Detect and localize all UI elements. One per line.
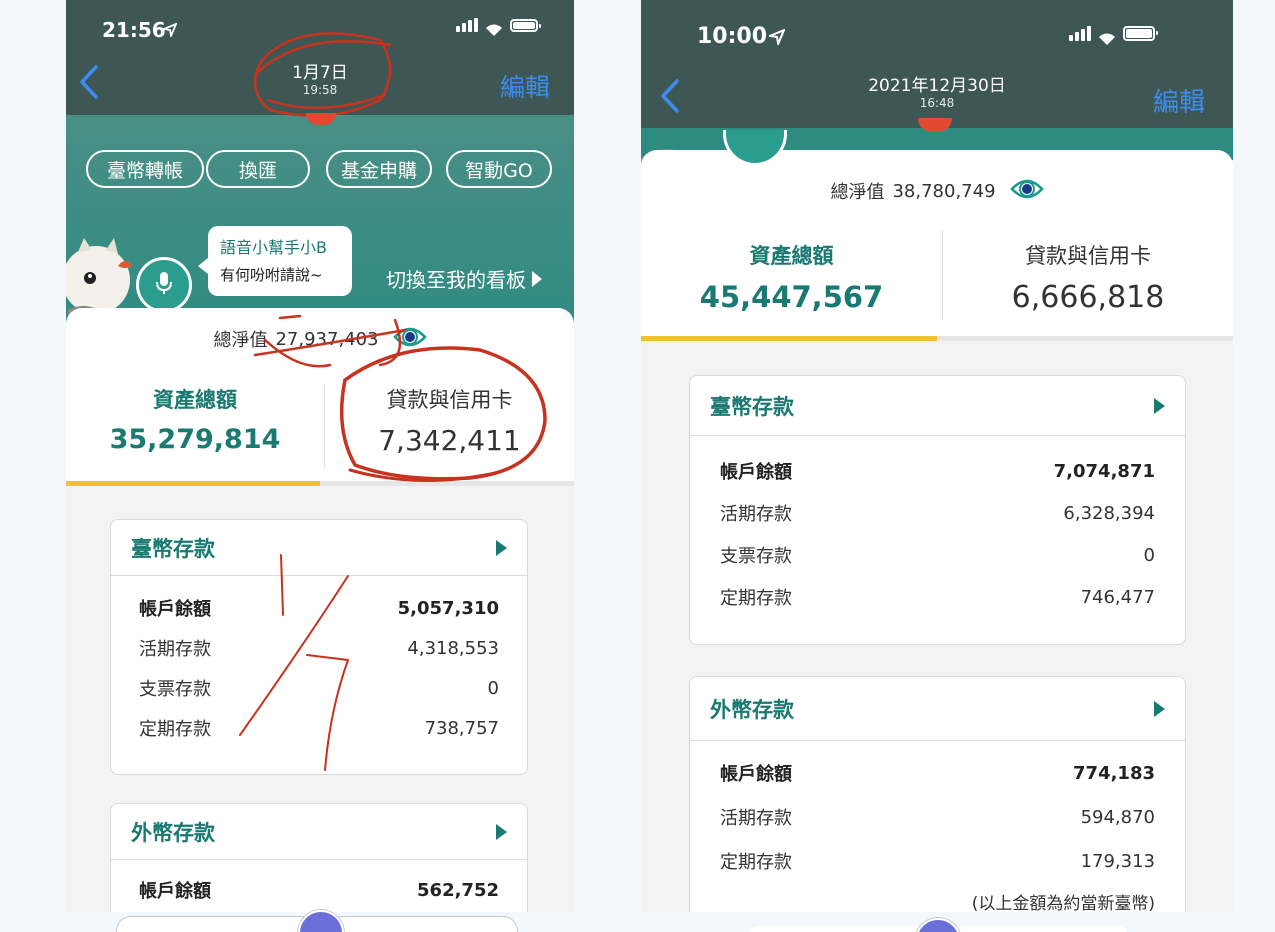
list-item: 支票存款 0 (720, 544, 1155, 568)
fx-deposit-title: 外幣存款 (710, 697, 794, 722)
total-assets-label: 資產總額 (749, 244, 834, 268)
loans-label: 貸款與信用卡 (1025, 244, 1151, 268)
loans-value: 6,666,818 (1011, 280, 1165, 315)
list-item: 定期存款 738,757 (139, 717, 499, 741)
edit-button[interactable]: 編輯 (500, 68, 550, 104)
fx-deposit-title: 外幣存款 (131, 820, 215, 845)
total-assets-value: 45,447,567 (699, 280, 884, 314)
play-triangle-icon[interactable] (496, 539, 507, 556)
location-arrow-icon (160, 18, 178, 42)
owl-mouth-icon (116, 258, 134, 274)
nav-date: 1月7日 (292, 63, 348, 83)
switch-dashboard-link[interactable]: 切換至我的看板 (386, 264, 542, 293)
total-assets-value: 35,279,814 (109, 424, 281, 455)
play-triangle-icon[interactable] (496, 823, 507, 840)
home-button[interactable] (298, 910, 344, 932)
loans-label: 貸款與信用卡 (386, 388, 513, 412)
net-worth-label: 總淨值 (213, 330, 268, 351)
loans-and-cards[interactable]: 貸款與信用卡 6,666,818 (943, 240, 1233, 330)
eye-icon[interactable] (1009, 179, 1044, 204)
switch-dashboard-label: 切換至我的看板 (386, 268, 526, 292)
total-assets[interactable]: 資產總額 35,279,814 (66, 384, 324, 474)
twd-deposit-card[interactable]: 臺幣存款 帳戶餘額 7,074,871 活期存款 6,328,394 支票存款 0 定… (689, 375, 1186, 645)
net-worth-value: 27,937,403 (275, 328, 379, 350)
fx-exchange-button[interactable]: 換匯 (206, 150, 310, 188)
twd-deposit-title: 臺幣存款 (131, 536, 215, 561)
play-triangle-icon[interactable] (1154, 397, 1165, 414)
status-time: 10:00 (697, 24, 768, 49)
screenshot-comparison: 21:56 1月7日 19:58 編輯 臺幣轉帳 換匯 基金申購 智動GO 語音… (0, 0, 1275, 932)
assistant-speech-bubble[interactable]: 語音小幫手小B 有何吩咐請說~ (198, 226, 352, 296)
list-item: 帳戶餘額 7,074,871 (720, 460, 1155, 484)
list-item: 定期存款 179,313 (720, 850, 1155, 874)
phone-screen-left: 21:56 1月7日 19:58 編輯 臺幣轉帳 換匯 基金申購 智動GO 語音… (66, 0, 574, 912)
tab-indicator (66, 481, 320, 486)
fund-purchase-button[interactable]: 基金申購 (326, 150, 432, 188)
play-triangle-icon[interactable] (1154, 700, 1165, 717)
battery-icon (510, 18, 541, 32)
microphone-button[interactable] (136, 257, 192, 313)
list-item: 活期存款 6,328,394 (720, 502, 1155, 526)
play-triangle-icon (532, 270, 542, 287)
battery-icon (1123, 26, 1158, 41)
location-arrow-icon (766, 26, 786, 50)
list-item: 帳戶餘額 562,752 (139, 879, 499, 903)
list-item: 帳戶餘額 5,057,310 (139, 597, 499, 621)
total-assets[interactable]: 資產總額 45,447,567 (641, 240, 942, 330)
microphone-icon (156, 271, 172, 299)
assistant-title: 語音小幫手小B (220, 238, 327, 257)
twd-deposit-card[interactable]: 臺幣存款 帳戶餘額 5,057,310 活期存款 4,318,553 支票存款 0 定… (110, 519, 528, 775)
list-item: 活期存款 594,870 (720, 806, 1155, 830)
signal-icon (456, 18, 478, 32)
fx-deposit-card[interactable]: 外幣存款 帳戶餘額 562,752 (110, 803, 528, 912)
wifi-icon (1097, 27, 1117, 45)
twd-transfer-button[interactable]: 臺幣轉帳 (86, 150, 204, 188)
net-worth-value: 38,780,749 (892, 180, 996, 202)
tab-indicator (641, 336, 937, 341)
total-assets-label: 資產總額 (153, 388, 237, 412)
phone-screen-right: 10:00 2021年12月30日 16:48 編輯 總淨值 38,780,74… (641, 0, 1233, 912)
list-item: 定期存款 746,477 (720, 586, 1155, 610)
loans-and-cards[interactable]: 貸款與信用卡 7,342,411 (325, 384, 574, 474)
nav-time: 16:48 (919, 96, 955, 111)
fx-deposit-card[interactable]: 外幣存款 帳戶餘額 774,183 活期存款 594,870 定期存款 179,313… (689, 676, 1186, 912)
net-worth-row: 總淨值 27,937,403 (66, 326, 574, 352)
status-time: 21:56 (102, 18, 166, 42)
eye-icon[interactable] (392, 327, 427, 352)
nav-time: 19:58 (302, 83, 338, 98)
list-item: 支票存款 0 (139, 677, 499, 701)
net-worth-row: 總淨值 38,780,749 (641, 178, 1233, 204)
edit-button[interactable]: 編輯 (1153, 82, 1205, 119)
currency-note: (以上金額為約當新臺幣) (971, 894, 1155, 912)
nav-date: 2021年12月30日 (868, 76, 1006, 96)
list-item: 活期存款 4,318,553 (139, 637, 499, 661)
wifi-icon (484, 18, 504, 36)
smart-go-button[interactable]: 智動GO (446, 150, 552, 188)
loans-value: 7,342,411 (378, 424, 521, 457)
assistant-subtitle: 有何吩咐請說~ (220, 266, 323, 284)
twd-deposit-title: 臺幣存款 (710, 394, 794, 419)
signal-icon (1069, 25, 1091, 41)
net-worth-label: 總淨值 (830, 182, 885, 203)
home-button[interactable] (915, 918, 961, 932)
list-item: 帳戶餘額 774,183 (720, 762, 1155, 786)
